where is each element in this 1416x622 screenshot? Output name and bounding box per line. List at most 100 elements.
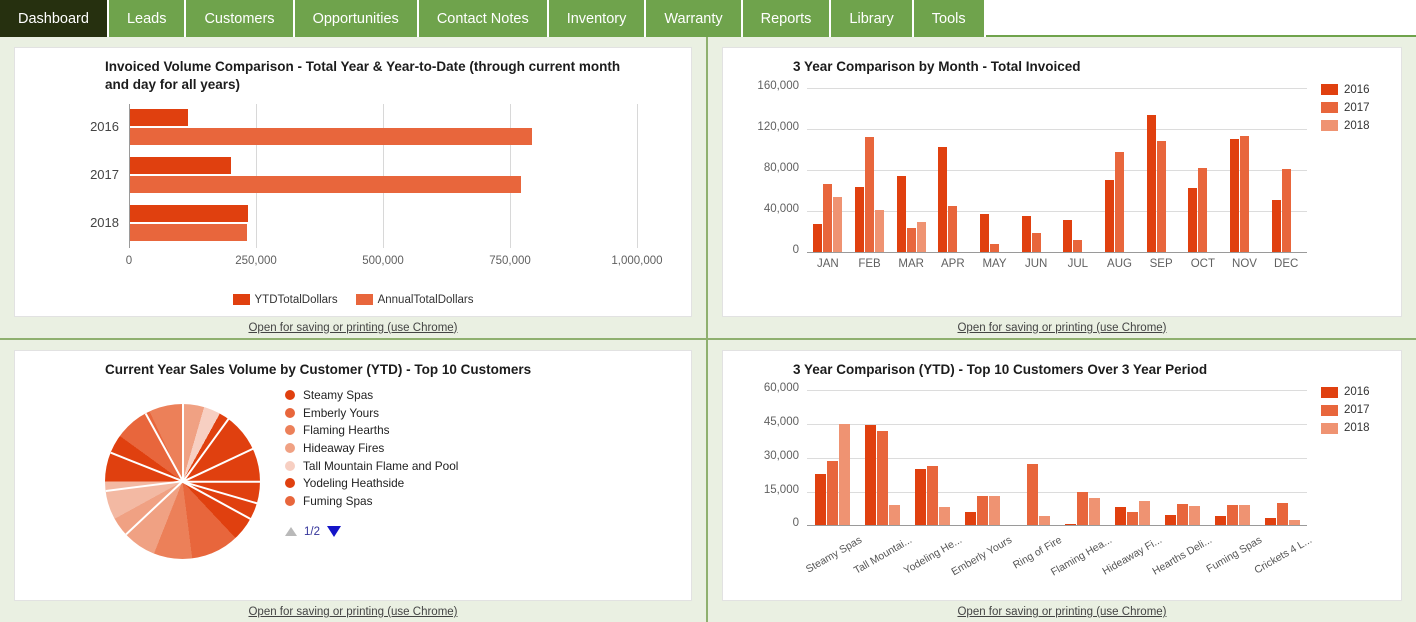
pie-legend-item: Emberly Yours <box>285 404 458 422</box>
pie-legend-item: Steamy Spas <box>285 386 458 404</box>
plot4-xtick-label: Fuming Spas <box>1171 534 1264 594</box>
legend-item: 2016 <box>1321 386 1370 398</box>
chart-title-three-year-top-customers: 3 Year Comparison (YTD) - Top 10 Custome… <box>793 361 1313 379</box>
chart1-bar <box>130 109 188 126</box>
plot2-gridline <box>807 129 1307 130</box>
plot2-bar <box>1032 233 1041 251</box>
pie-legend-item: Fuming Spas <box>285 492 458 510</box>
legend-label: 2018 <box>1344 120 1370 132</box>
pie-separator <box>183 481 261 483</box>
pager-down-arrow-icon[interactable] <box>327 526 341 537</box>
legend-swatch <box>356 294 373 305</box>
legend-label: Flaming Hearths <box>303 423 390 437</box>
chart-card-invoiced-volume: Invoiced Volume Comparison - Total Year … <box>14 47 692 317</box>
chart1-bar <box>130 176 521 193</box>
pie-legend-item: Tall Mountain Flame and Pool <box>285 457 458 475</box>
legend-label: 2017 <box>1344 102 1370 114</box>
plot2-bar <box>833 197 842 251</box>
legend-dot <box>285 478 295 488</box>
plot4-bar <box>815 474 826 526</box>
tab-inventory[interactable]: Inventory <box>549 0 647 37</box>
legend-dot <box>285 443 295 453</box>
plot4-ytick-label: 60,000 <box>735 382 799 394</box>
chart-three-year-by-month: 040,00080,000120,000160,000JANFEBMARAPRM… <box>735 80 1389 280</box>
plot2-bar <box>1073 240 1082 252</box>
tab-library[interactable]: Library <box>831 0 913 37</box>
chart-card-three-year-by-month: 3 Year Comparison by Month - Total Invoi… <box>722 47 1402 317</box>
plot4-bar <box>1115 507 1126 525</box>
legend-label: 2016 <box>1344 386 1370 398</box>
open-for-printing-link-1[interactable]: Open for saving or printing (use Chrome) <box>14 317 692 338</box>
tab-label: Warranty <box>664 11 722 27</box>
legend-swatch <box>1321 405 1338 416</box>
plot2-bar <box>1157 141 1166 252</box>
legend-swatch <box>1321 387 1338 398</box>
chart1-xtick-label: 1,000,000 <box>592 255 682 267</box>
panel-three-year-by-month: 3 Year Comparison by Month - Total Invoi… <box>708 37 1416 340</box>
tab-leads[interactable]: Leads <box>109 0 187 37</box>
chart-current-year-sales: Steamy SpasEmberly YoursFlaming HearthsH… <box>27 382 679 582</box>
chart1-xtick-label: 0 <box>84 255 174 267</box>
chart1-bar <box>130 224 247 241</box>
chart1-xtick-label: 750,000 <box>465 255 555 267</box>
plot2-bar <box>1188 188 1197 252</box>
tab-label: Opportunities <box>313 11 399 27</box>
plot2-bar <box>1063 220 1072 252</box>
pager-up-arrow-icon[interactable] <box>285 527 297 536</box>
legend-label: Fuming Spas <box>303 494 373 508</box>
panel-three-year-top-customers: 3 Year Comparison (YTD) - Top 10 Custome… <box>708 340 1416 622</box>
plot4-xtick-label: Crickets 4 L... <box>1221 534 1314 594</box>
plot2-bar <box>823 184 832 252</box>
main-navigation: Dashboard Leads Customers Opportunities Cont… <box>0 0 1416 37</box>
legend-swatch <box>233 294 250 305</box>
tab-customers[interactable]: Customers <box>186 0 294 37</box>
chart-card-current-year-sales: Current Year Sales Volume by Customer (Y… <box>14 350 692 601</box>
plot4-bar <box>1139 501 1150 526</box>
tab-label: Inventory <box>567 11 627 27</box>
legend-label: 2017 <box>1344 404 1370 416</box>
plot2-bar <box>907 228 916 252</box>
plot4-gridline <box>807 525 1307 526</box>
plot2-ytick-label: 120,000 <box>735 121 799 133</box>
open-for-printing-link-2[interactable]: Open for saving or printing (use Chrome) <box>722 317 1402 338</box>
plot2-bar <box>855 187 864 252</box>
legend-item: 2018 <box>1321 422 1370 434</box>
chart-title-invoiced-volume: Invoiced Volume Comparison - Total Year … <box>105 58 625 94</box>
plot4-bar <box>1077 492 1088 526</box>
tab-dashboard[interactable]: Dashboard <box>0 0 109 37</box>
chart1-legend-item: AnnualTotalDollars <box>356 294 474 306</box>
plot2-gridline <box>807 252 1307 253</box>
plot4-bar <box>965 512 976 526</box>
plot4-ytick-label: 15,000 <box>735 484 799 496</box>
chart1-legend-item: YTDTotalDollars <box>233 294 338 306</box>
tab-reports[interactable]: Reports <box>743 0 832 37</box>
plot4-bar <box>1089 498 1100 525</box>
legend-label: Steamy Spas <box>303 388 373 402</box>
chart1-ytick-label: 2018 <box>67 215 119 230</box>
tab-opportunities[interactable]: Opportunities <box>295 0 419 37</box>
open-for-printing-link-4[interactable]: Open for saving or printing (use Chrome) <box>722 601 1402 622</box>
plot2-xtick-label: DEC <box>1262 258 1310 270</box>
plot4-bar <box>1215 516 1226 525</box>
plot4-ytick-label: 30,000 <box>735 450 799 462</box>
plot2-bar <box>917 222 926 252</box>
tab-tools[interactable]: Tools <box>914 0 986 37</box>
tab-label: Leads <box>127 11 167 27</box>
dashboard-grid: Invoiced Volume Comparison - Total Year … <box>0 37 1416 622</box>
legend-swatch <box>1321 120 1338 131</box>
legend-swatch <box>1321 102 1338 113</box>
pie-separator <box>110 453 183 483</box>
plot4-xtick-label: Flaming Hea... <box>1021 534 1114 594</box>
tab-warranty[interactable]: Warranty <box>646 0 742 37</box>
legend-label: YTDTotalDollars <box>255 294 338 306</box>
plot4-xtick-label: Ring of Fire <box>971 534 1064 594</box>
plot4-bar <box>1277 503 1288 526</box>
chart1-bar <box>130 205 248 222</box>
chart1-ytick-label: 2016 <box>67 119 119 134</box>
open-for-printing-link-3[interactable]: Open for saving or printing (use Chrome) <box>14 601 692 622</box>
legend-item: 2018 <box>1321 120 1370 132</box>
pie-slice-separators <box>105 404 260 559</box>
plot2-bar <box>948 206 957 252</box>
plot2-bar <box>1272 200 1281 252</box>
tab-contact-notes[interactable]: Contact Notes <box>419 0 549 37</box>
